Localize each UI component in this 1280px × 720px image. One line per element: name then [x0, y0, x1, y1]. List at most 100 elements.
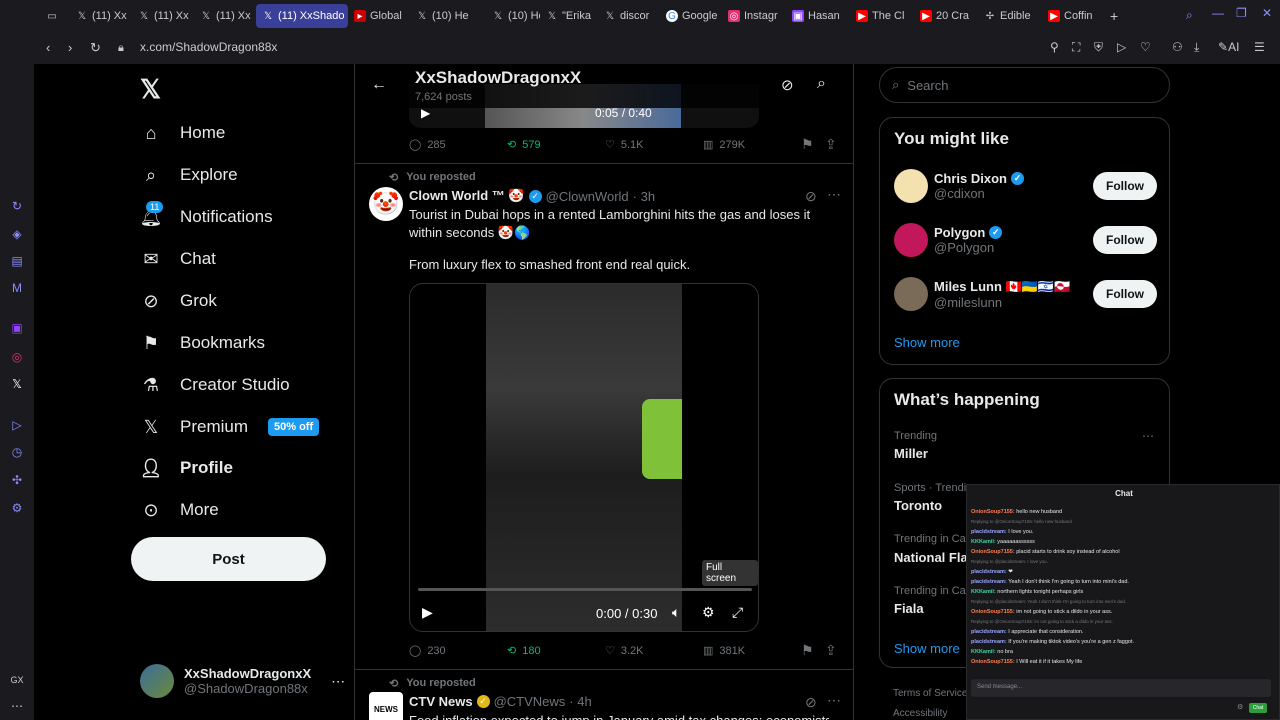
instagram-icon[interactable]: ◎: [9, 349, 25, 365]
extensions-icon[interactable]: ✣: [9, 472, 25, 488]
reload-page-icon[interactable]: ↻: [90, 40, 101, 56]
nav-premium[interactable]: 𝕏 Premium 50% off: [140, 416, 320, 438]
trend-name[interactable]: Fiala: [894, 601, 924, 616]
chat-username[interactable]: placidstream:: [971, 639, 1008, 645]
tab-5[interactable]: ▸ Global: [348, 4, 410, 28]
terms-link[interactable]: Terms of Service: [893, 688, 967, 699]
post-button[interactable]: Post: [131, 537, 326, 581]
share-icon[interactable]: ⇪: [825, 136, 837, 153]
chat-username[interactable]: KKKamil:: [971, 589, 997, 595]
tab-6[interactable]: 𝕏 (10) He: [410, 4, 486, 28]
clown-world-avatar[interactable]: 🤡: [369, 187, 403, 221]
tab-14[interactable]: ▶ 20 Cra: [914, 4, 978, 28]
history-icon[interactable]: ◷: [9, 444, 25, 460]
trend-more-icon[interactable]: ⋯: [1142, 429, 1154, 443]
chat-input[interactable]: Send message...: [971, 679, 1271, 697]
repost-button[interactable]: ⟲ 579: [507, 138, 605, 152]
author-name[interactable]: Clown World ™ 🤡: [409, 188, 525, 204]
nav-creator-studio[interactable]: ⚗ Creator Studio: [140, 374, 290, 396]
tab-8[interactable]: 𝕏 "Erika: [540, 4, 598, 28]
nav-bookmarks[interactable]: ⚑ Bookmarks: [140, 332, 265, 354]
tab-2[interactable]: 𝕏 (11) Xx: [132, 4, 194, 28]
nav-more[interactable]: ⊙ More: [140, 499, 218, 521]
chat-username[interactable]: OnionSoup7155:: [971, 509, 1016, 515]
menu-icon[interactable]: ☰: [1254, 40, 1265, 54]
show-more-link[interactable]: Show more: [894, 641, 960, 656]
chat-username[interactable]: placidstream:: [971, 579, 1008, 585]
x-sidebar-icon[interactable]: 𝕏: [9, 376, 25, 392]
tab-4-active[interactable]: 𝕏 (11) XxShado: [256, 4, 348, 28]
restore-icon[interactable]: ❐: [1236, 6, 1247, 20]
grok-header-icon[interactable]: ⊘: [781, 76, 794, 94]
ai-button[interactable]: ✎AI: [1218, 40, 1239, 54]
like-button[interactable]: ♡ 5.1K: [605, 138, 703, 152]
fullscreen-icon[interactable]: ⤢: [732, 604, 743, 621]
header-search-icon[interactable]: ⌕: [817, 75, 826, 93]
show-more-link[interactable]: Show more: [894, 335, 960, 350]
suggestion-row[interactable]: Polygon ✓ @Polygon Follow: [894, 222, 1157, 258]
reply-button[interactable]: ◯ 285: [409, 138, 507, 152]
tab-13[interactable]: ▶ The Cl: [850, 4, 914, 28]
settings-gear-icon[interactable]: ⚙: [702, 604, 715, 621]
search-box[interactable]: ⌕ Search: [879, 67, 1170, 103]
suggestion-row[interactable]: Chris Dixon ✓ @cdixon Follow: [894, 168, 1157, 204]
tab-16[interactable]: ▶ Coffin: [1042, 4, 1104, 28]
close-window-icon[interactable]: ✕: [1262, 6, 1272, 20]
profile-icon[interactable]: ⚇: [1172, 40, 1183, 54]
nav-profile[interactable]: 👤︎ Profile: [140, 457, 233, 479]
chat-username[interactable]: placidstream:: [971, 569, 1008, 575]
nav-explore[interactable]: ⌕ Explore: [140, 164, 238, 186]
forward-icon[interactable]: ›: [68, 40, 72, 55]
tab-search-icon[interactable]: ⌕: [1186, 8, 1193, 23]
post-time[interactable]: · 4h: [569, 694, 591, 709]
video-player[interactable]: Full screen ▶ 0:00 / 0:30 🔈︎ ⚙ ⤢: [409, 283, 759, 632]
tweet-more-icon[interactable]: ⋯: [827, 186, 841, 203]
panel-icon[interactable]: ▤: [9, 253, 25, 269]
shield-icon[interactable]: ⛨: [1094, 40, 1103, 55]
tab-3[interactable]: 𝕏 (11) Xx: [194, 4, 256, 28]
nav-grok[interactable]: ⊘ Grok: [140, 290, 216, 312]
chat-username[interactable]: placidstream:: [971, 529, 1008, 535]
trend-name[interactable]: Toronto: [894, 498, 942, 513]
bookmark-icon[interactable]: ⚑: [801, 642, 814, 659]
tab-12[interactable]: ▣ Hasan: [786, 4, 850, 28]
grok-tweet-icon[interactable]: ⊘: [805, 694, 817, 711]
views-button[interactable]: ▥ 381K: [703, 644, 801, 658]
m-icon[interactable]: M: [9, 280, 25, 296]
repost-button[interactable]: ⟲ 180: [507, 644, 605, 658]
new-tab-button[interactable]: +: [1104, 4, 1128, 28]
author-handle[interactable]: @CTVNews: [494, 694, 566, 709]
tab-15[interactable]: ✢ Edible: [978, 4, 1042, 28]
video-progress-bar[interactable]: [418, 588, 752, 591]
views-button[interactable]: ▥ 279K: [703, 138, 801, 152]
like-button[interactable]: ♡ 3.2K: [605, 644, 703, 658]
author-handle[interactable]: @ClownWorld: [546, 189, 629, 204]
tab-7[interactable]: 𝕏(10) He: [486, 4, 540, 28]
author-name[interactable]: CTV News: [409, 694, 473, 709]
chat-username[interactable]: placidstream:: [971, 629, 1008, 635]
bookmark-icon[interactable]: ⚑: [801, 136, 814, 153]
chat-username[interactable]: OnionSoup7155:: [971, 549, 1016, 555]
gx-icon[interactable]: GX: [9, 672, 25, 688]
sidebar-more-icon[interactable]: ⋯: [9, 698, 25, 714]
settings-icon[interactable]: ⚙: [9, 500, 25, 516]
back-arrow-icon[interactable]: ←: [371, 76, 387, 94]
chat-username[interactable]: OnionSoup7155:: [971, 609, 1016, 615]
chat-username[interactable]: KKKamil:: [971, 539, 997, 545]
tab-11[interactable]: ◎ Instagr: [722, 4, 786, 28]
follow-button[interactable]: Follow: [1093, 280, 1157, 308]
post-time[interactable]: · 3h: [633, 189, 655, 204]
tab-10[interactable]: G Google: [660, 4, 722, 28]
volume-icon[interactable]: 🔈︎: [672, 604, 680, 621]
chat-send-button[interactable]: Chat: [1249, 703, 1267, 713]
url-field[interactable]: x.com/ShadowDragon88x: [140, 40, 277, 54]
heart-icon[interactable]: ♡: [1140, 40, 1151, 54]
x-logo-icon[interactable]: 𝕏: [140, 74, 161, 105]
trend-name[interactable]: National Flag: [894, 550, 976, 565]
twitch-icon[interactable]: ▣: [9, 320, 25, 336]
grok-tweet-icon[interactable]: ⊘: [805, 188, 817, 205]
tab-9[interactable]: 𝕏discor: [598, 4, 660, 28]
chat-username[interactable]: OnionSoup7155:: [971, 659, 1016, 665]
play-icon[interactable]: ▶: [421, 106, 430, 120]
account-switcher[interactable]: XxShadowDragonxX @ShadowDragon88x ⋯: [140, 664, 345, 698]
